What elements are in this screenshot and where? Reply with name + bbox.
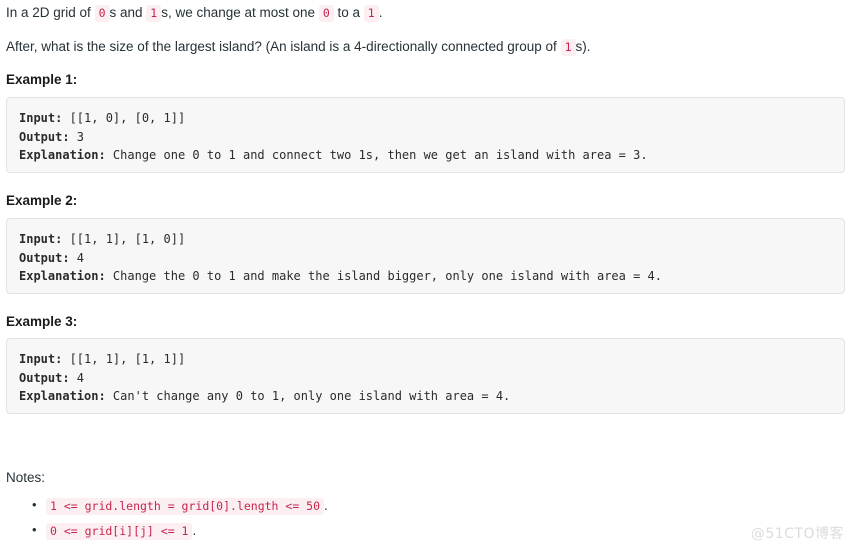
example-3-output-label: Output:: [19, 370, 70, 385]
example-1-code-block: Input: [[1, 0], [0, 1]] Output: 3 Explan…: [6, 97, 845, 173]
inline-code-one-1: 1: [146, 5, 162, 22]
example-3-title: Example 3:: [6, 314, 78, 329]
example-1-explanation-label: Explanation:: [19, 148, 106, 162]
example-2-output-value: 4: [69, 250, 85, 265]
problem-description-page: In a 2D grid of 0s and 1 s, we change at …: [0, 0, 851, 550]
example-2-code-block: Input: [[1, 1], [1, 0]] Output: 4 Explan…: [6, 218, 845, 294]
intro-text-1c: s, we change at most one: [161, 5, 319, 20]
note-1-code: 1 <= grid.length = grid[0].length <= 50: [46, 498, 325, 515]
example-2-output-label: Output:: [19, 250, 70, 265]
example-1-input-value: [[1, 0], [0, 1]]: [62, 111, 186, 125]
example-1-output-label: Output:: [19, 129, 70, 144]
example-2-explanation-label: Explanation:: [19, 269, 106, 283]
inline-code-one-3: 1: [560, 39, 576, 56]
list-item: 0 <= grid[i][j] <= 1.: [32, 521, 328, 540]
example-2-title: Example 2:: [6, 193, 78, 208]
example-3-output-value: 4: [69, 370, 85, 385]
example-3-input-value: [[1, 1], [1, 1]]: [62, 352, 186, 366]
note-1-suffix: .: [324, 498, 328, 513]
example-1-output-value: 3: [69, 129, 85, 144]
example-2-explanation-value: Change the 0 to 1 and make the island bi…: [105, 269, 662, 283]
intro-text-1d: to a: [333, 5, 364, 20]
example-1-explanation-value: Change one 0 to 1 and connect two 1s, th…: [105, 148, 648, 162]
example-3-explanation-label: Explanation:: [19, 389, 106, 403]
example-1-title: Example 1:: [6, 72, 78, 87]
watermark: @51CTO博客: [750, 526, 844, 542]
list-item: 1 <= grid.length = grid[0].length <= 50.: [32, 496, 328, 515]
notes-list: 1 <= grid.length = grid[0].length <= 50.…: [0, 496, 328, 547]
intro-text-1a: In a 2D grid of: [6, 5, 95, 20]
note-2-suffix: .: [192, 523, 197, 538]
intro-text-2b: s).: [575, 39, 591, 54]
note-2-code: 0 <= grid[i][j] <= 1: [46, 523, 193, 540]
intro-paragraph-2: After, what is the size of the largest i…: [0, 38, 597, 56]
example-1-input-label: Input:: [19, 111, 63, 125]
notes-label: Notes:: [6, 470, 46, 485]
inline-code-zero-2: 0: [318, 5, 334, 22]
example-2-input-value: [[1, 1], [1, 0]]: [62, 232, 186, 246]
example-3-explanation-value: Can't change any 0 to 1, only one island…: [105, 389, 511, 403]
inline-code-zero-1: 0: [94, 5, 110, 22]
example-2-input-label: Input:: [19, 232, 63, 246]
intro-text-1e: .: [378, 5, 383, 20]
intro-text-2a: After, what is the size of the largest i…: [6, 39, 561, 54]
inline-code-one-2: 1: [363, 5, 379, 22]
example-3-code-block: Input: [[1, 1], [1, 1]] Output: 4 Explan…: [6, 338, 845, 414]
intro-paragraph-1: In a 2D grid of 0s and 1 s, we change at …: [0, 4, 388, 22]
example-3-input-label: Input:: [19, 352, 63, 366]
intro-text-1b: s and: [109, 5, 147, 20]
